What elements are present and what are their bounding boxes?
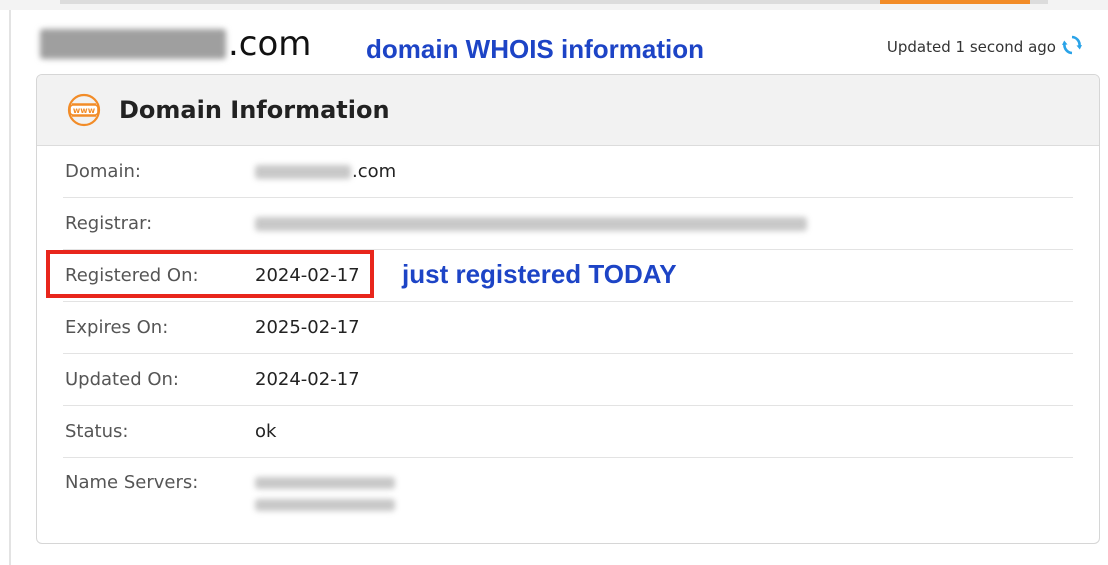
- annotation-whois: domain WHOIS information: [366, 34, 704, 64]
- www-icon: www: [67, 93, 101, 127]
- row-name-servers: Name Servers:: [63, 458, 1073, 538]
- domain-value-suffix: .com: [352, 161, 397, 182]
- row-label: Registrar:: [65, 213, 153, 234]
- row-expires-on: Expires On: 2025-02-17: [63, 302, 1073, 354]
- refresh-icon[interactable]: [1056, 34, 1082, 60]
- updated-text: Updated 1 second ago: [886, 38, 1056, 56]
- row-label: Expires On:: [65, 317, 169, 338]
- left-rule: [9, 10, 11, 565]
- name-server-2-blurred: [255, 499, 395, 511]
- top-strip-orange-text: [880, 0, 1030, 4]
- name-server-1-blurred: [255, 477, 395, 489]
- row-updated-on: Updated On: 2024-02-17: [63, 354, 1073, 406]
- annotation-just-registered: just registered TODAY: [402, 259, 677, 289]
- top-strip: [0, 0, 1108, 10]
- row-value: 2024-02-17: [255, 369, 360, 390]
- row-value: [255, 216, 807, 231]
- row-label: Status:: [65, 421, 129, 442]
- card-title: Domain Information: [119, 96, 390, 124]
- row-label: Name Servers:: [65, 472, 199, 493]
- row-value: 2025-02-17: [255, 317, 360, 338]
- row-value: ok: [255, 421, 277, 442]
- row-value: .com: [255, 161, 396, 182]
- domain-name-blurred: [40, 29, 226, 59]
- row-value: [255, 472, 395, 516]
- svg-text:www: www: [73, 106, 96, 115]
- row-registrar: Registrar:: [63, 198, 1073, 250]
- row-label: Domain:: [65, 161, 141, 182]
- domain-suffix: .com: [228, 24, 312, 64]
- updated-status: Updated 1 second ago: [887, 34, 1082, 60]
- domain-blurred: [255, 164, 351, 179]
- domain-information-card: www Domain Information Domain: .com Regi…: [36, 74, 1100, 544]
- domain-title: .com: [40, 22, 311, 66]
- registrar-blurred: [255, 216, 807, 231]
- row-status: Status: ok: [63, 406, 1073, 458]
- registered-on-highlight-box: [46, 250, 374, 298]
- card-header: www Domain Information: [37, 75, 1099, 146]
- row-label: Updated On:: [65, 369, 179, 390]
- whois-rows: Domain: .com Registrar: Registered On: 2…: [37, 146, 1099, 538]
- row-domain: Domain: .com: [63, 146, 1073, 198]
